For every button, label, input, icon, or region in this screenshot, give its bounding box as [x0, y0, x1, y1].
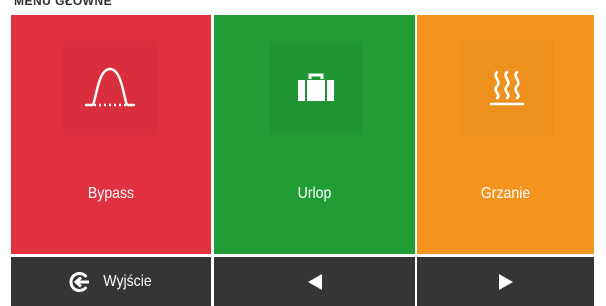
grzanie-icon-box: [460, 41, 554, 135]
urlop-label: Urlop: [297, 185, 332, 202]
urlop-tile[interactable]: Urlop: [214, 15, 415, 254]
bypass-label: Bypass: [87, 185, 135, 202]
grzanie-tile[interactable]: Grzanie: [417, 15, 594, 254]
triangle-left-icon: [307, 273, 322, 290]
bypass-tile[interactable]: Bypass: [11, 15, 211, 254]
heating-waves-icon: [490, 70, 524, 106]
previous-page-button[interactable]: [214, 257, 415, 306]
bypass-curve-icon: [84, 67, 136, 107]
page-title: MENU GŁÓWNE: [14, 0, 113, 8]
urlop-icon-box: [269, 41, 363, 135]
exit-label: Wyjście: [102, 272, 152, 290]
exit-button[interactable]: Wyjście: [11, 257, 211, 306]
suitcase-icon: [298, 73, 334, 101]
grzanie-label: Grzanie: [480, 185, 531, 202]
main-menu-screen: MENU GŁÓWNE Bypass Urlop Grzanie Wyjście: [0, 0, 606, 306]
exit-arrow-icon: [69, 271, 89, 292]
bottom-navigation-bar: Wyjście: [11, 257, 594, 306]
exit-button-content: Wyjście: [68, 271, 155, 293]
bypass-icon-box: [63, 41, 157, 135]
next-page-button[interactable]: [417, 257, 594, 306]
menu-tiles: Bypass Urlop Grzanie: [11, 15, 594, 254]
triangle-right-icon: [498, 273, 513, 290]
